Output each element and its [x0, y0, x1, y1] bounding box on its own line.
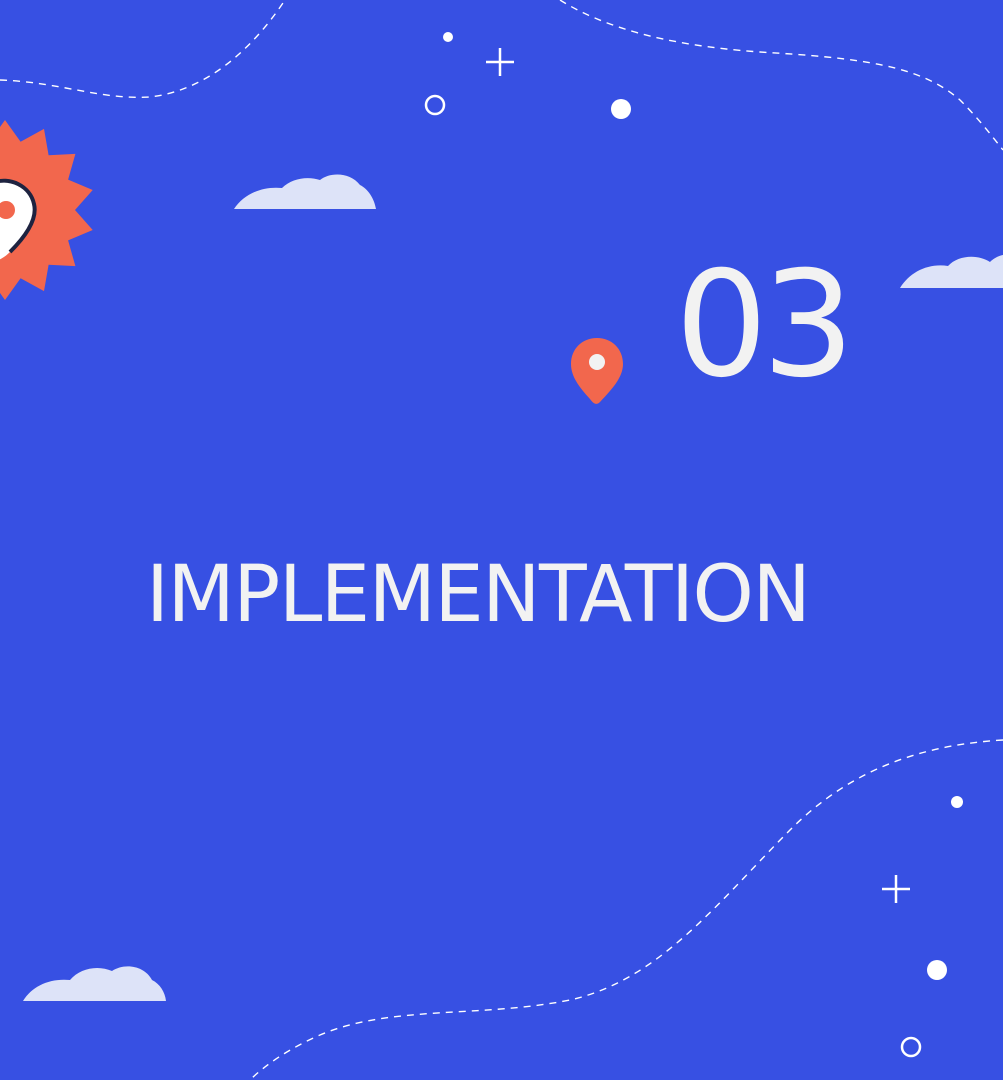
- slide-background: 03 IMPLEMENTATION: [0, 0, 1003, 1080]
- dot-decoration: [443, 32, 453, 42]
- decorations-layer: [0, 0, 1003, 1080]
- section-number: 03: [675, 240, 855, 410]
- cloud-decoration: [23, 966, 166, 1001]
- plus-decoration: [882, 875, 910, 903]
- dashed-wave-bottom: [249, 739, 1003, 1080]
- ring-decoration: [424, 94, 446, 116]
- dashed-wave-top-left: [0, 0, 286, 99]
- plus-decoration: [486, 48, 514, 76]
- ring-decoration: [900, 1036, 922, 1058]
- cloud-decoration: [234, 174, 376, 209]
- section-title: IMPLEMENTATION: [146, 550, 811, 640]
- dot-decoration: [951, 796, 963, 808]
- dashed-wave-top-right: [559, 0, 1003, 151]
- map-pin-icon: [571, 338, 623, 404]
- dot-decoration: [611, 99, 631, 119]
- cloud-decoration: [900, 255, 1003, 288]
- dot-decoration: [927, 960, 947, 980]
